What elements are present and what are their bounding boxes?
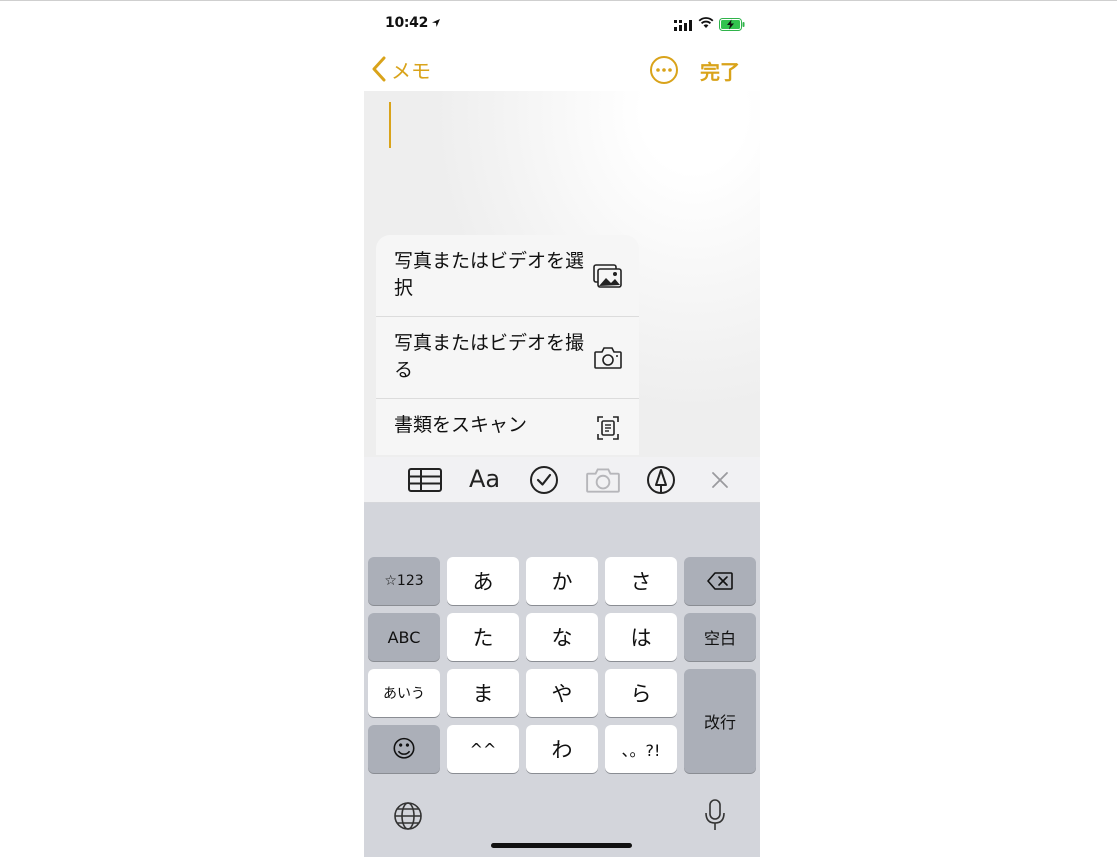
more-options-icon[interactable] [649, 55, 679, 85]
delete-backspace-icon [707, 572, 733, 590]
japanese-keyboard: ☆123 あ か さ ABC た な は 空白 あいう ま や ら 改行 ☺ ^… [364, 503, 760, 857]
photo-library-icon [593, 264, 622, 288]
key-ka[interactable]: か [526, 557, 598, 605]
chevron-left-icon [372, 56, 386, 82]
status-time: 10:42 [385, 15, 429, 31]
key-sa[interactable]: さ [605, 557, 677, 605]
document-scan-icon [597, 416, 619, 440]
space-key[interactable]: 空白 [684, 613, 756, 661]
menu-item-take-photo[interactable]: 写真またはビデオを撮る [376, 317, 639, 399]
battery-charging-icon [719, 18, 745, 31]
return-key[interactable]: 改行 [684, 669, 756, 773]
camera-icon [594, 347, 622, 369]
key-ra[interactable]: ら [605, 669, 677, 717]
checklist-icon[interactable] [529, 465, 559, 495]
menu-item-scan-document[interactable]: 書類をスキャン [376, 399, 639, 455]
close-icon[interactable] [710, 470, 730, 490]
globe-icon[interactable] [393, 801, 423, 831]
key-abc[interactable]: ABC [368, 613, 440, 661]
key-a[interactable]: あ [447, 557, 519, 605]
wifi-icon [698, 17, 714, 28]
back-button[interactable]: メモ [372, 53, 431, 85]
done-button[interactable]: 完了 [700, 56, 740, 85]
emoji-icon: ☺ [391, 735, 417, 763]
format-toolbar: Aa [364, 457, 760, 503]
key-kaomoji[interactable]: ^^ [447, 725, 519, 773]
back-label: メモ [391, 58, 431, 83]
menu-item-label: 写真またはビデオを選択 [394, 250, 585, 299]
camera-icon[interactable] [585, 465, 621, 495]
text-cursor [389, 102, 391, 148]
key-ta[interactable]: た [447, 613, 519, 661]
key-punctuation[interactable]: 、。?! [605, 725, 677, 773]
cellular-signal-icon [674, 20, 692, 31]
key-ha[interactable]: は [605, 613, 677, 661]
key-kana-mode[interactable]: あいう [368, 669, 440, 717]
menu-item-label: 写真またはビデオを撮る [394, 332, 585, 381]
text-format-button[interactable]: Aa [469, 465, 500, 493]
insert-media-menu: 写真またはビデオを選択 写真またはビデオを撮る 書類をスキャン [376, 235, 639, 455]
menu-item-choose-photo[interactable]: 写真またはビデオを選択 [376, 235, 639, 317]
markup-pen-icon[interactable] [646, 465, 676, 495]
microphone-icon[interactable] [704, 799, 726, 831]
home-indicator [491, 843, 632, 848]
key-ma[interactable]: ま [447, 669, 519, 717]
emoji-key[interactable]: ☺ [368, 725, 440, 773]
table-icon[interactable] [408, 465, 442, 495]
key-na[interactable]: な [526, 613, 598, 661]
delete-key[interactable] [684, 557, 756, 605]
key-symbols[interactable]: ☆123 [368, 557, 440, 605]
phone-screen: 10:42 メモ 完了 写真またはビデオを選択 写真またはビデオを撮る 書類をス… [364, 1, 760, 857]
key-wa[interactable]: わ [526, 725, 598, 773]
key-ya[interactable]: や [526, 669, 598, 717]
menu-item-label: 書類をスキャン [394, 414, 528, 436]
location-arrow-icon [432, 19, 440, 27]
